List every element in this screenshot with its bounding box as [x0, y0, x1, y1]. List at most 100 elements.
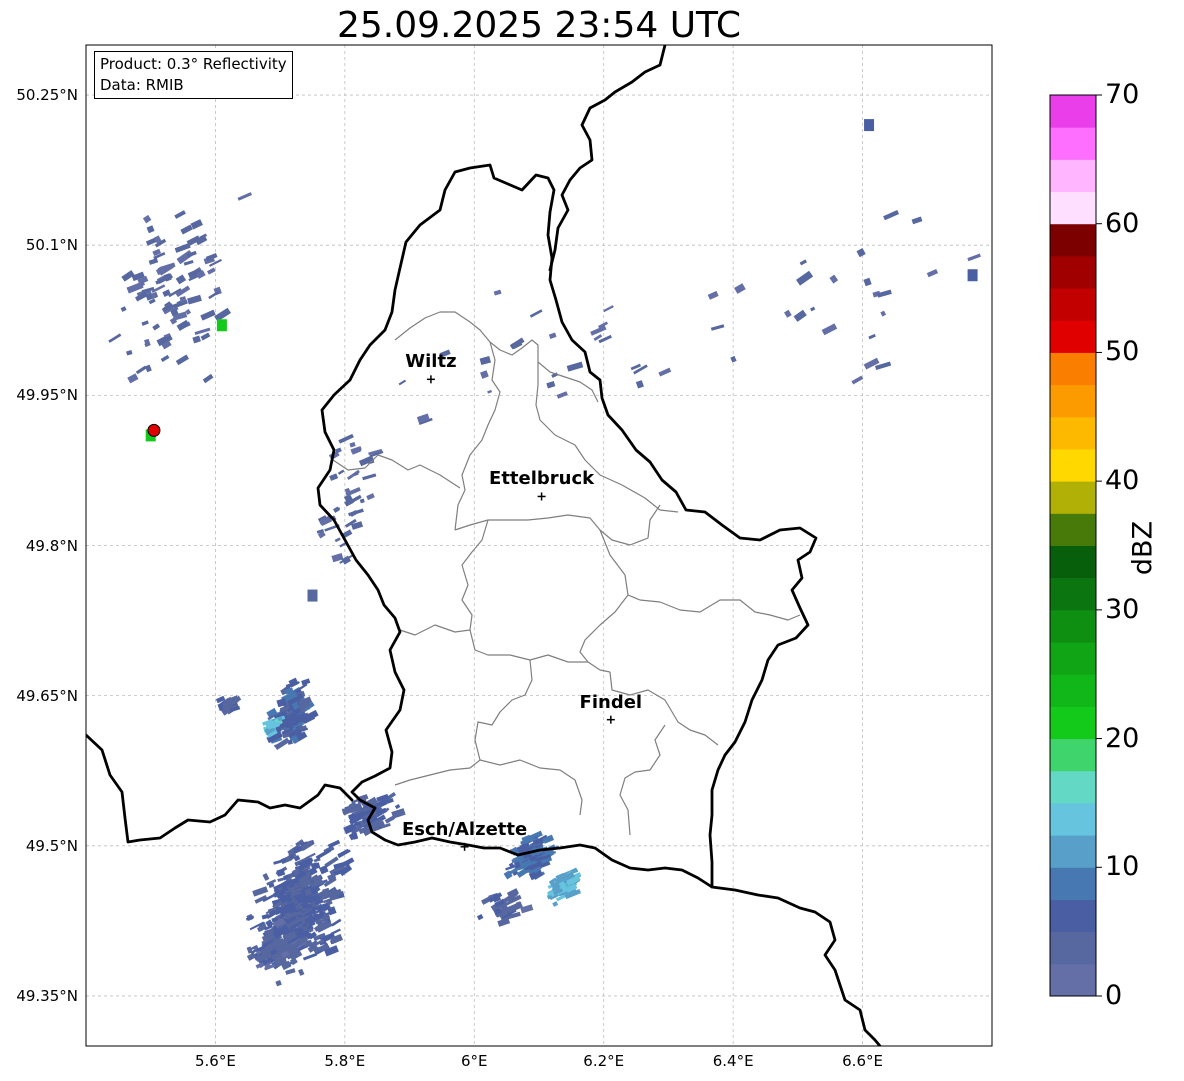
data-source-line: Data: RMIB [100, 76, 184, 94]
echo-cell [851, 375, 864, 385]
echo-cell [480, 370, 489, 379]
echo-cell [146, 225, 155, 234]
echo-cell [863, 277, 872, 287]
echo-cell [334, 537, 341, 543]
echo-cell [142, 214, 152, 224]
echo-cell [351, 494, 362, 503]
echo-cell [208, 290, 220, 300]
colorbar-segment [1050, 899, 1096, 933]
colorbar-segment [1050, 127, 1096, 160]
echo-cell [206, 267, 216, 275]
echo-cell [148, 258, 159, 265]
lat-tick-label: 49.8°N [25, 536, 78, 555]
colorbar-segment [1050, 545, 1096, 579]
radar-site-marker[interactable] [147, 423, 161, 437]
colorbar-segment [1050, 674, 1096, 707]
city-label: Findel [579, 691, 643, 713]
echo-cell [864, 119, 875, 132]
echo-cell [331, 918, 342, 927]
colorbar-segment [1050, 223, 1096, 257]
canton-border [479, 759, 583, 816]
colorbar-segment [1050, 191, 1096, 225]
colorbar-tick-label: 30 [1105, 593, 1140, 625]
colorbar-segment [1050, 738, 1096, 772]
echo-cell [476, 913, 484, 921]
echo-cell [967, 253, 981, 262]
echo-cell [796, 270, 814, 286]
echo-cell [144, 364, 152, 373]
colorbar-segment [1050, 770, 1096, 804]
echo-cell [877, 289, 892, 298]
product-info-box: Product: 0.3° Reflectivity Data: RMIB [94, 51, 293, 99]
colorbar-segment [1050, 835, 1096, 868]
radar-site-dot [147, 423, 161, 437]
colorbar-tick-label: 60 [1105, 207, 1140, 239]
echo-cell [307, 589, 318, 602]
radar-map[interactable] [0, 0, 1184, 1081]
echo-cell [160, 354, 170, 362]
country-border-germany-belgium [548, 45, 667, 272]
echo-cell [200, 309, 216, 321]
echo-cell [784, 309, 792, 318]
country-border-france-belgium [86, 733, 354, 844]
echo-cell [216, 319, 227, 332]
colorbar-tick-label: 0 [1105, 980, 1123, 1011]
echo-cell [277, 877, 284, 882]
echo-cell [330, 928, 341, 935]
city-label: Ettelbruck [489, 468, 595, 490]
echo-cell [127, 373, 139, 384]
echo-cell [175, 354, 190, 366]
country-border-luxembourg [316, 163, 818, 889]
echo-cell [821, 323, 838, 336]
colorbar-segment [1050, 513, 1096, 546]
echo-cell [362, 473, 377, 481]
echo-cell [135, 365, 147, 375]
colorbar-segment [1050, 159, 1096, 193]
product-line: Product: 0.3° Reflectivity [100, 55, 287, 73]
echo-cell [556, 391, 568, 399]
colorbar-segment [1050, 963, 1096, 997]
colorbar-segment [1050, 448, 1096, 482]
canton-border [461, 519, 611, 673]
echo-cell [202, 373, 214, 384]
echo-cell [174, 210, 186, 219]
lat-tick-label: 49.65°N [16, 686, 78, 705]
echo-cell [603, 305, 614, 313]
lat-tick-label: 49.5°N [25, 836, 78, 855]
echo-cell [707, 290, 719, 300]
echo-cell [799, 259, 807, 266]
colorbar-tick-label: 10 [1105, 851, 1140, 883]
echo-cell [349, 441, 356, 448]
lon-tick-label: 6.6°E [842, 1052, 883, 1070]
colorbar [1049, 94, 1102, 997]
lat-tick-label: 49.95°N [16, 386, 78, 405]
echo-cell [911, 216, 923, 225]
lon-tick-label: 5.6°E [195, 1052, 236, 1070]
echo-cell [108, 333, 122, 343]
canton-border [454, 504, 661, 546]
echo-cell [273, 858, 287, 865]
colorbar-segment [1050, 867, 1096, 900]
colorbar-segment [1050, 577, 1096, 611]
colorbar-segment [1050, 416, 1096, 450]
echo-cell [359, 498, 365, 504]
echo-cell [734, 283, 746, 294]
echo-cell [883, 209, 900, 221]
colorbar-segment [1050, 481, 1096, 514]
canton-border [627, 594, 801, 621]
echo-cell [337, 469, 345, 475]
colorbar-segment [1050, 384, 1096, 418]
echo-cell [548, 332, 557, 339]
echo-cell [880, 310, 887, 317]
echo-cell [183, 259, 194, 266]
lat-tick-label: 50.1°N [25, 236, 78, 255]
echo-cell [829, 274, 839, 284]
colorbar-tick-label: 50 [1105, 336, 1140, 368]
echo-cell [529, 309, 543, 318]
colorbar-segment [1050, 642, 1096, 675]
echo-cell [730, 355, 737, 363]
echo-cell [126, 349, 133, 356]
echo-cell [967, 269, 978, 282]
echo-cell [246, 952, 257, 961]
country-border-france-germany [710, 885, 882, 1046]
